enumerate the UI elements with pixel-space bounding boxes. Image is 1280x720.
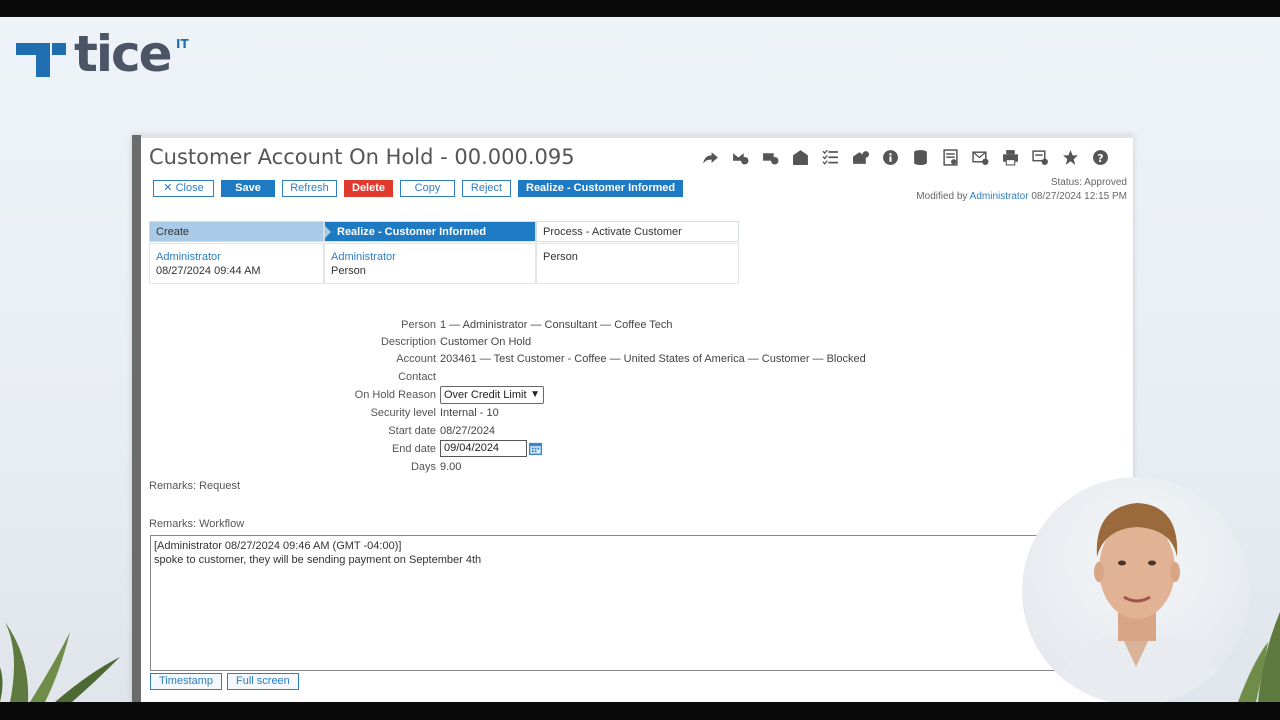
plant-left-decoration [0,622,120,702]
svg-text:?: ? [1097,152,1103,165]
person-row: Person 1 — Administrator — Consultant — … [401,319,673,331]
step-arrow-icon [325,226,331,238]
app-window: Customer Account On Hold - 00.000.095 ? … [132,135,1135,702]
remarks-buttons: Timestamp Full screen [150,673,299,690]
reject-button[interactable]: Reject [462,180,511,197]
chevron-down-icon: ▼ [530,389,540,400]
delete-button[interactable]: Delete [344,180,393,197]
calendar-icon[interactable] [528,441,543,456]
remarks-request-label: Remarks: Request [149,480,241,492]
share-icon[interactable] [701,148,720,167]
timestamp-button[interactable]: Timestamp [150,673,222,690]
letterbox-top [0,0,1280,17]
presenter-avatar [1052,503,1227,702]
logo-text: tice [74,25,173,83]
step-realize-user[interactable]: Administrator [331,250,529,264]
start-date-row: Start date 08/27/2024 [388,425,496,437]
logo-superscript: IT [176,37,189,51]
email-out-icon[interactable] [731,148,750,167]
action-buttons: ✕ Close Save Refresh Delete Copy Reject … [153,180,684,197]
letterbox-bottom [0,702,1280,720]
step-create-date: 08/27/2024 09:44 AM [156,265,261,277]
realize-button[interactable]: Realize - Customer Informed [518,180,684,197]
account-link[interactable]: 203461 — Test Customer - Coffee — United… [440,353,866,365]
days-row: Days 9.00 [410,461,462,473]
step-realize-detail: Person [331,265,366,277]
star-icon[interactable] [1061,148,1080,167]
description-row: Description Customer On Hold [380,336,532,348]
end-date-input[interactable]: 09/04/2024 [440,440,527,457]
close-icon: ✕ [163,182,176,194]
report-icon[interactable] [941,148,960,167]
close-button[interactable]: ✕ Close [153,180,214,197]
person-link[interactable]: 1 — Administrator — Consultant — Coffee … [440,319,673,331]
onhold-reason-row: On Hold Reason Over Credit Limit ▼ [141,386,1041,404]
print-settings-icon[interactable] [1031,148,1050,167]
info-icon[interactable] [881,148,900,167]
remark-entry-text: spoke to customer, they will be sending … [154,554,482,566]
modified-info: Modified by Administrator 08/27/2024 12:… [916,191,1127,202]
status-text: Status: Approved [1050,177,1127,188]
step-realize-header[interactable]: Realize - Customer Informed [324,221,536,242]
step-realize-body: Administrator Person [324,243,536,284]
video-stage: tice IT Customer Account On Hold - 00.00… [0,17,1280,702]
step-create-header[interactable]: Create [149,221,324,242]
days-value: 9.00 [440,461,462,473]
description-value: Customer On Hold [440,336,532,348]
email-in-icon[interactable] [761,148,780,167]
presenter-webcam [1022,477,1250,702]
envelope-icon[interactable] [791,148,810,167]
page-title: Customer Account On Hold - 00.000.095 [149,145,575,169]
remarks-workflow-label: Remarks: Workflow [149,518,245,530]
window-top-border [141,135,1133,138]
refresh-button[interactable]: Refresh [282,180,337,197]
remark-entry-header: [Administrator 08/27/2024 09:46 AM (GMT … [154,540,402,552]
tice-logo: tice IT [16,25,206,83]
toolbar-icons: ? [701,148,1110,167]
fullscreen-button[interactable]: Full screen [227,673,299,690]
status-info: Status: Approved Modified by Administrat… [916,176,1127,204]
step-process-header[interactable]: Process - Activate Customer [536,221,739,242]
save-button[interactable]: Save [221,180,275,197]
checklist-icon[interactable] [821,148,840,167]
security-value: Internal - 10 [440,407,499,419]
mail-check-icon[interactable] [971,148,990,167]
contact-row: Contact [398,371,436,383]
modified-user-link[interactable]: Administrator [970,191,1029,202]
remarks-workflow-textarea[interactable]: [Administrator 08/27/2024 09:46 AM (GMT … [150,535,1135,671]
security-row: Security level Internal - 10 [370,407,499,419]
print-icon[interactable] [1001,148,1020,167]
step-create-user[interactable]: Administrator [156,250,317,264]
database-icon[interactable] [911,148,930,167]
end-date-row: End date 09/04/2024 [141,440,1041,458]
copy-button[interactable]: Copy [400,180,455,197]
account-row: Account 203461 — Test Customer - Coffee … [396,353,866,365]
step-process-detail: Person [543,251,578,263]
step-process-body: Person [536,243,739,284]
help-icon[interactable]: ? [1091,148,1110,167]
email-attach-icon[interactable] [851,148,870,167]
logo-mark-icon [16,43,66,77]
start-date-value: 08/27/2024 [440,425,496,437]
step-create-body: Administrator 08/27/2024 09:44 AM [149,243,324,284]
onhold-reason-select[interactable]: Over Credit Limit ▼ [440,386,544,404]
